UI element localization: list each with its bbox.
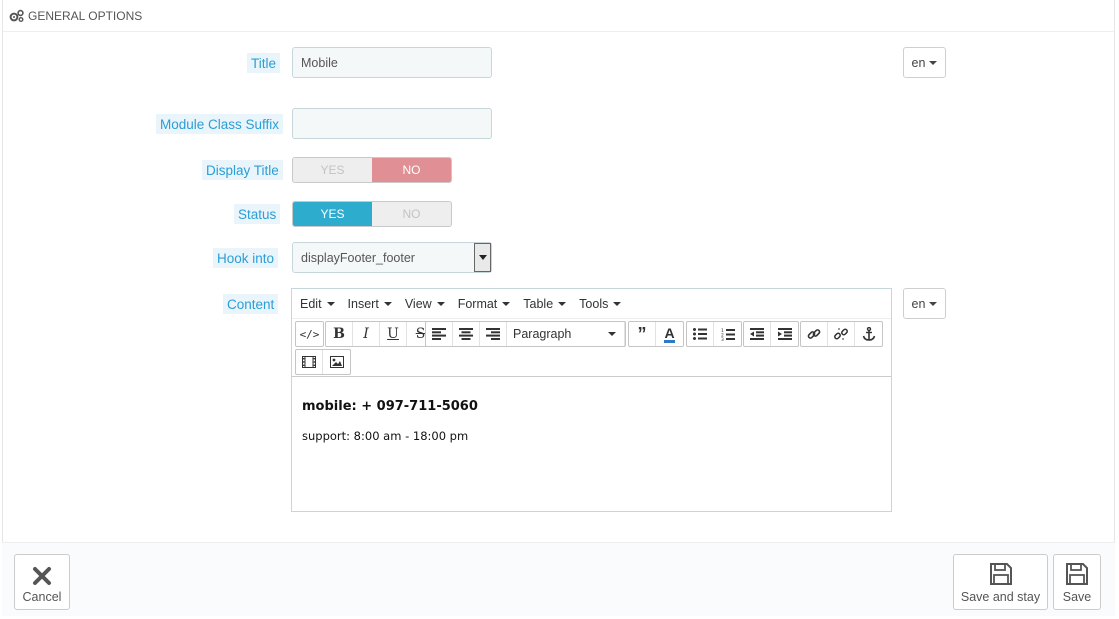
toolbar-group-text-style: B I U S — [325, 321, 435, 347]
underline-icon[interactable]: U — [380, 322, 407, 346]
select-arrow-icon[interactable] — [474, 243, 491, 272]
toolbar-group-quote: ” A — [628, 321, 684, 347]
floppy-disk-icon — [989, 563, 1012, 585]
menu-insert[interactable]: Insert — [348, 297, 392, 311]
panel-title: General Options — [28, 8, 143, 23]
numbered-list-icon[interactable]: 123 — [714, 322, 741, 346]
align-right-icon[interactable] — [480, 322, 507, 346]
toolbar-group-links — [800, 321, 883, 347]
content-label: Content — [223, 294, 279, 314]
display-title-switch[interactable]: YES NO — [292, 157, 452, 183]
bullet-list-icon[interactable] — [687, 322, 714, 346]
menu-format[interactable]: Format — [458, 297, 511, 311]
floppy-disk-icon — [1066, 563, 1088, 585]
editor-content-area[interactable]: mobile: + 097-711-5060 support: 8:00 am … — [292, 377, 891, 463]
toolbar-group-lists: 123 — [686, 321, 742, 347]
content-support-line: support: 8:00 am - 18:00 pm — [302, 429, 469, 443]
bold-icon[interactable]: B — [326, 322, 353, 346]
menu-table[interactable]: Table — [523, 297, 567, 311]
svg-text:3: 3 — [721, 337, 724, 341]
status-yes[interactable]: YES — [293, 202, 372, 226]
title-language-dropdown[interactable]: en — [903, 47, 946, 78]
hook-into-label: Hook into — [213, 248, 279, 268]
content-language-dropdown[interactable]: en — [903, 288, 946, 319]
align-center-icon[interactable] — [453, 322, 480, 346]
hook-into-select[interactable]: displayFooter_footer — [292, 242, 492, 273]
toolbar-group-code: </> — [295, 321, 324, 347]
toolbar-group-indent — [743, 321, 799, 347]
panel-footer: Cancel Save and stay Save — [2, 542, 1115, 616]
blockquote-icon[interactable]: ” — [629, 322, 656, 346]
cancel-button[interactable]: Cancel — [14, 554, 70, 610]
module-class-suffix-input[interactable] — [292, 108, 492, 139]
title-label: Title — [247, 53, 281, 73]
editor-menubar: Edit Insert View Format Table Tools — [292, 289, 891, 319]
title-input[interactable]: Mobile — [292, 47, 492, 78]
chevron-down-icon — [929, 301, 938, 306]
menu-edit[interactable]: Edit — [300, 297, 335, 311]
menu-tools[interactable]: Tools — [579, 297, 622, 311]
toolbar-group-align: Paragraph — [425, 321, 626, 347]
editor-toolbar: </> B I U S Paragraph ” A 1 2 3 — [292, 319, 891, 377]
save-and-stay-button[interactable]: Save and stay — [953, 554, 1048, 610]
panel-heading: General Options — [3, 0, 1114, 32]
toolbar-group-media — [295, 349, 351, 375]
video-icon[interactable] — [296, 350, 323, 374]
indent-icon[interactable] — [771, 322, 798, 346]
gears-icon — [9, 9, 24, 22]
display-title-no[interactable]: NO — [372, 158, 451, 182]
content-phone-line: mobile: + 097-711-5060 — [302, 399, 478, 414]
format-select[interactable]: Paragraph — [507, 322, 625, 346]
display-title-yes[interactable]: YES — [293, 158, 372, 182]
menu-view[interactable]: View — [405, 297, 445, 311]
link-icon[interactable] — [801, 322, 828, 346]
source-code-icon[interactable]: </> — [296, 322, 323, 346]
chevron-down-icon — [929, 60, 938, 65]
status-no[interactable]: NO — [372, 202, 451, 226]
italic-icon[interactable]: I — [353, 322, 380, 346]
status-label: Status — [234, 204, 281, 224]
unlink-icon[interactable] — [828, 322, 855, 346]
status-switch[interactable]: YES NO — [292, 201, 452, 227]
text-color-icon[interactable]: A — [656, 322, 683, 346]
display-title-label: Display Title — [202, 160, 283, 180]
align-left-icon[interactable] — [426, 322, 453, 346]
rich-text-editor: Edit Insert View Format Table Tools </> … — [291, 288, 892, 512]
anchor-icon[interactable] — [855, 322, 882, 346]
save-button[interactable]: Save — [1053, 554, 1101, 610]
outdent-icon[interactable] — [744, 322, 771, 346]
image-icon[interactable] — [323, 350, 350, 374]
close-icon — [33, 567, 51, 585]
module-class-suffix-label: Module Class Suffix — [156, 114, 284, 134]
